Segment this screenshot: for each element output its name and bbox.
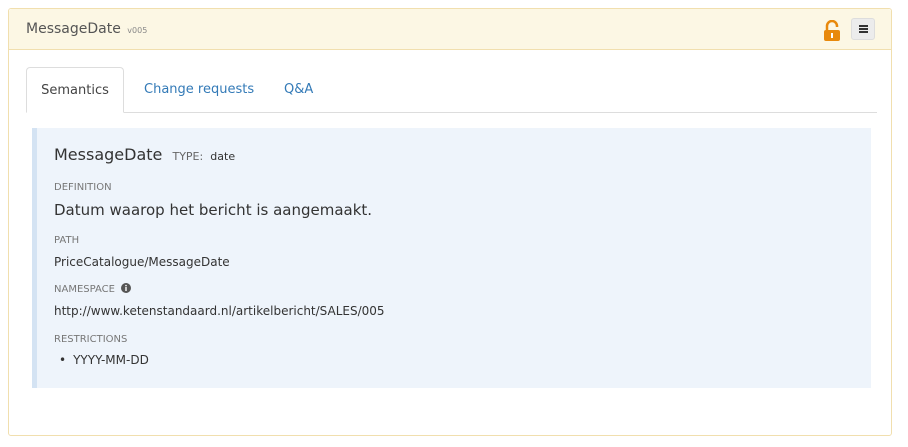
element-title: MessageDate xyxy=(26,21,121,37)
element-heading: MessageDate TYPE: date xyxy=(54,145,235,164)
tab-qa[interactable]: Q&A xyxy=(284,67,313,112)
panel-heading: MessageDate v005 xyxy=(9,9,891,50)
element-name: MessageDate xyxy=(54,145,163,164)
info-circle-icon[interactable] xyxy=(121,283,132,293)
namespace-label: NAMESPACE xyxy=(54,284,115,295)
tab-bar: Semantics Change requests Q&A xyxy=(26,67,877,113)
semantics-box: MessageDate TYPE: date DEFINITION Datum … xyxy=(32,128,871,388)
path-label: PATH xyxy=(54,235,80,246)
definition-label: DEFINITION xyxy=(54,182,112,193)
hamburger-menu-icon xyxy=(858,25,868,33)
panel-title: MessageDate v005 xyxy=(26,21,147,37)
tab-semantics[interactable]: Semantics xyxy=(26,67,124,113)
definition-text: Datum waarop het bericht is aangemaakt. xyxy=(54,201,373,219)
element-panel: MessageDate v005 Semantics Change reques… xyxy=(8,8,892,436)
menu-button[interactable] xyxy=(851,18,875,40)
namespace-value: http://www.ketenstandaard.nl/artikelberi… xyxy=(54,304,385,318)
type-value: date xyxy=(210,150,236,163)
restriction-item: YYYY-MM-DD xyxy=(54,353,149,367)
restrictions-list: YYYY-MM-DD xyxy=(54,353,149,367)
namespace-label-row: NAMESPACE xyxy=(54,283,132,295)
path-value: PriceCatalogue/MessageDate xyxy=(54,255,230,269)
version-badge: v005 xyxy=(127,26,148,35)
unlocked-padlock-icon[interactable] xyxy=(823,20,841,42)
restrictions-label: RESTRICTIONS xyxy=(54,334,128,345)
type-label: TYPE: xyxy=(172,150,204,163)
tab-change-requests[interactable]: Change requests xyxy=(144,67,254,112)
